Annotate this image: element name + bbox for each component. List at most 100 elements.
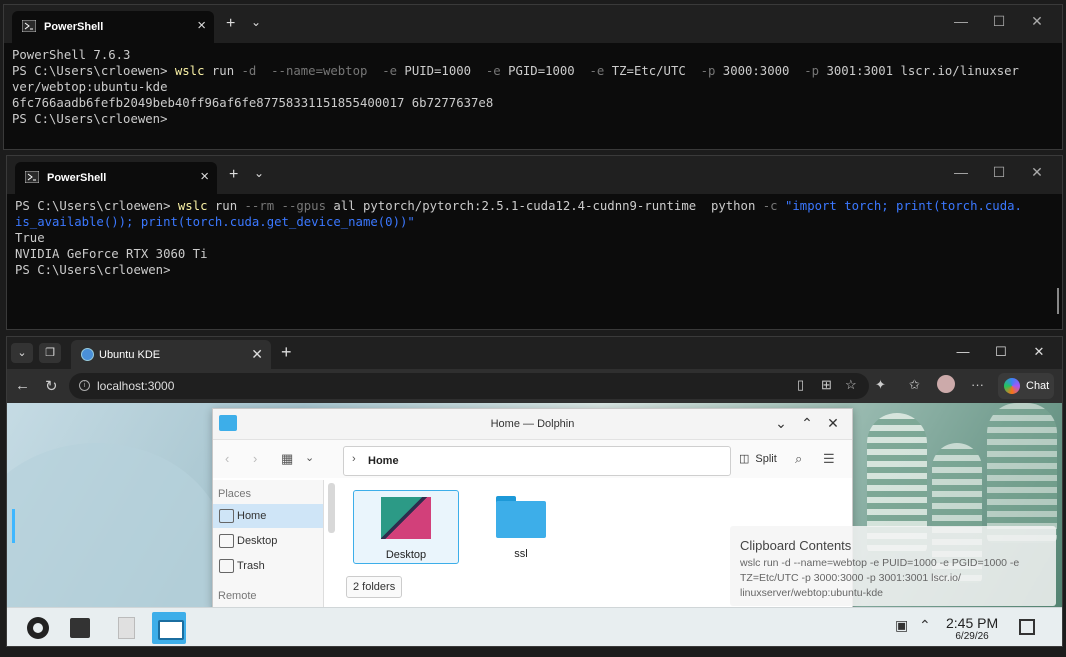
tab-actions-button[interactable]: ⌄: [11, 343, 33, 363]
back-icon[interactable]: ‹: [225, 451, 229, 466]
forward-icon[interactable]: ›: [253, 451, 257, 466]
new-tab-button[interactable]: +: [229, 166, 238, 184]
dolphin-toolbar: ‹ › ▦ ⌄ › Home ◫ Split ⌕ ☰: [213, 440, 852, 478]
terminal-tab[interactable]: PowerShell ×: [15, 162, 217, 194]
browser-tab[interactable]: Ubuntu KDE ✕: [71, 340, 271, 369]
output-line: True: [15, 231, 45, 245]
terminal-tabbar: PowerShell × + ⌄ — ☐ ✕: [7, 156, 1062, 194]
command-name: wslc: [177, 199, 208, 213]
command-text: run: [207, 199, 245, 213]
document-icon[interactable]: [108, 612, 142, 644]
extensions-icon[interactable]: ✦: [875, 377, 886, 393]
chevron-down-icon[interactable]: ⌄: [305, 451, 314, 464]
minimize-button[interactable]: —: [942, 164, 980, 180]
site-icon: [81, 348, 94, 361]
status-bar: 2 folders: [346, 576, 403, 598]
close-tab-icon[interactable]: ✕: [251, 346, 263, 363]
place-item-trash[interactable]: Trash: [213, 554, 323, 578]
maximize-button[interactable]: ⌃: [794, 415, 820, 432]
file-item-ssl[interactable]: ssl: [469, 490, 573, 562]
clipboard-title: Clipboard Contents: [740, 538, 852, 553]
apps-icon[interactable]: ⊞: [821, 377, 832, 393]
clipboard-tray-icon[interactable]: ▣: [895, 617, 908, 634]
more-icon[interactable]: ···: [971, 377, 984, 392]
scrollbar[interactable]: [1057, 288, 1059, 314]
show-desktop-icon[interactable]: [1019, 619, 1035, 635]
favorites-icon[interactable]: ✩: [909, 377, 920, 393]
close-button[interactable]: ✕: [1018, 164, 1056, 181]
clock-date: 6/29/26: [955, 631, 989, 642]
close-button[interactable]: ✕: [1020, 344, 1058, 360]
place-item-desktop[interactable]: Desktop: [213, 529, 323, 553]
prompt: PS C:\Users\crloewen>: [15, 263, 171, 277]
chevron-up-icon[interactable]: ⌃: [919, 617, 931, 634]
minimize-button[interactable]: —: [942, 13, 980, 29]
clock[interactable]: 2:45 PM 6/29/26: [946, 615, 998, 642]
minimize-button[interactable]: —: [944, 344, 982, 359]
info-icon[interactable]: i: [79, 380, 90, 391]
breadcrumb[interactable]: › Home: [343, 446, 731, 476]
dolphin-titlebar[interactable]: Home — Dolphin ⌄ ⌃ ✕: [213, 409, 852, 440]
command-flag: -e: [485, 64, 501, 78]
remote-header: Remote: [218, 590, 257, 602]
place-label: Home: [237, 510, 267, 522]
chevron-down-icon[interactable]: ⌄: [251, 15, 261, 29]
close-tab-icon[interactable]: ×: [200, 168, 209, 185]
copilot-chat-button[interactable]: Chat: [998, 373, 1054, 399]
places-panel: Places Home Desktop Trash Remote: [213, 480, 324, 607]
close-button[interactable]: ✕: [1018, 13, 1056, 30]
split-button[interactable]: ◫ Split: [739, 452, 777, 465]
tab-title: PowerShell: [47, 172, 107, 184]
clock-time: 2:45 PM: [946, 615, 999, 631]
workspaces-icon[interactable]: ❐: [39, 343, 61, 363]
prompt: PS C:\Users\crloewen>: [15, 199, 178, 213]
folder-thumbnail: [381, 497, 431, 539]
search-icon[interactable]: ⌕: [795, 451, 802, 467]
app-launcher-icon[interactable]: [21, 612, 55, 644]
maximize-button[interactable]: ☐: [980, 13, 1018, 30]
terminal-output[interactable]: PS C:\Users\crloewen> wslc run --rm --gp…: [7, 194, 1062, 282]
new-tab-button[interactable]: +: [281, 342, 292, 363]
chevron-down-icon[interactable]: ⌄: [254, 166, 264, 180]
address-bar[interactable]: i localhost:3000: [69, 373, 869, 399]
powershell-window-2: PowerShell × + ⌄ — ☐ ✕ PS C:\Users\crloewe…: [6, 155, 1063, 330]
reader-icon[interactable]: ▯: [797, 377, 804, 393]
refresh-icon[interactable]: ↻: [45, 377, 58, 395]
maximize-button[interactable]: ☐: [982, 344, 1020, 360]
output-line: PowerShell 7.6.3: [12, 48, 131, 62]
command-text: 3000:3000: [715, 64, 805, 78]
close-tab-icon[interactable]: ×: [197, 17, 206, 34]
trash-icon: [219, 559, 234, 573]
window-edge-accent: [12, 509, 15, 543]
profile-avatar[interactable]: [937, 375, 955, 393]
terminal-output[interactable]: PowerShell 7.6.3 PS C:\Users\crloewen> w…: [4, 43, 1062, 131]
terminal-tab[interactable]: PowerShell ×: [12, 11, 214, 43]
command-text: TZ=Etc/UTC: [604, 64, 701, 78]
command-text: PGID=1000: [500, 64, 590, 78]
file-item-desktop[interactable]: Desktop: [353, 490, 459, 564]
breadcrumb-item[interactable]: Home: [368, 455, 399, 467]
command-flag: --rm --gpus: [244, 199, 326, 213]
output-line: ver/webtop:ubuntu-kde: [12, 80, 168, 94]
place-label: Trash: [237, 560, 265, 572]
command-text: 3001:3001 lscr.io/linuxser: [819, 64, 1019, 78]
minimize-button[interactable]: ⌄: [768, 415, 794, 432]
new-tab-button[interactable]: +: [226, 15, 235, 33]
view-mode-icon[interactable]: ▦: [281, 451, 293, 467]
output-line: NVIDIA GeForce RTX 3060 Ti: [15, 247, 208, 261]
places-scrollbar[interactable]: [328, 483, 335, 533]
place-item-home[interactable]: Home: [213, 504, 323, 528]
kde-desktop[interactable]: Home — Dolphin ⌄ ⌃ ✕ ‹ › ▦ ⌄ › Home ◫ Split…: [7, 403, 1062, 641]
home-icon: [219, 509, 234, 523]
menu-icon[interactable]: ☰: [823, 451, 835, 467]
command-string: "import torch; print(torch.cuda.: [777, 199, 1022, 213]
favorite-star-icon[interactable]: ☆: [845, 377, 857, 393]
maximize-button[interactable]: ☐: [980, 164, 1018, 181]
back-icon[interactable]: ←: [15, 377, 30, 394]
close-button[interactable]: ✕: [820, 415, 846, 432]
system-settings-icon[interactable]: [63, 612, 97, 644]
clipboard-popup: Clipboard Contents wslc run -d --name=we…: [730, 526, 1056, 606]
dolphin-taskbar-icon[interactable]: [152, 612, 186, 644]
window-controls: ⌄ ⌃ ✕: [768, 415, 846, 432]
chat-label: Chat: [1026, 380, 1050, 392]
